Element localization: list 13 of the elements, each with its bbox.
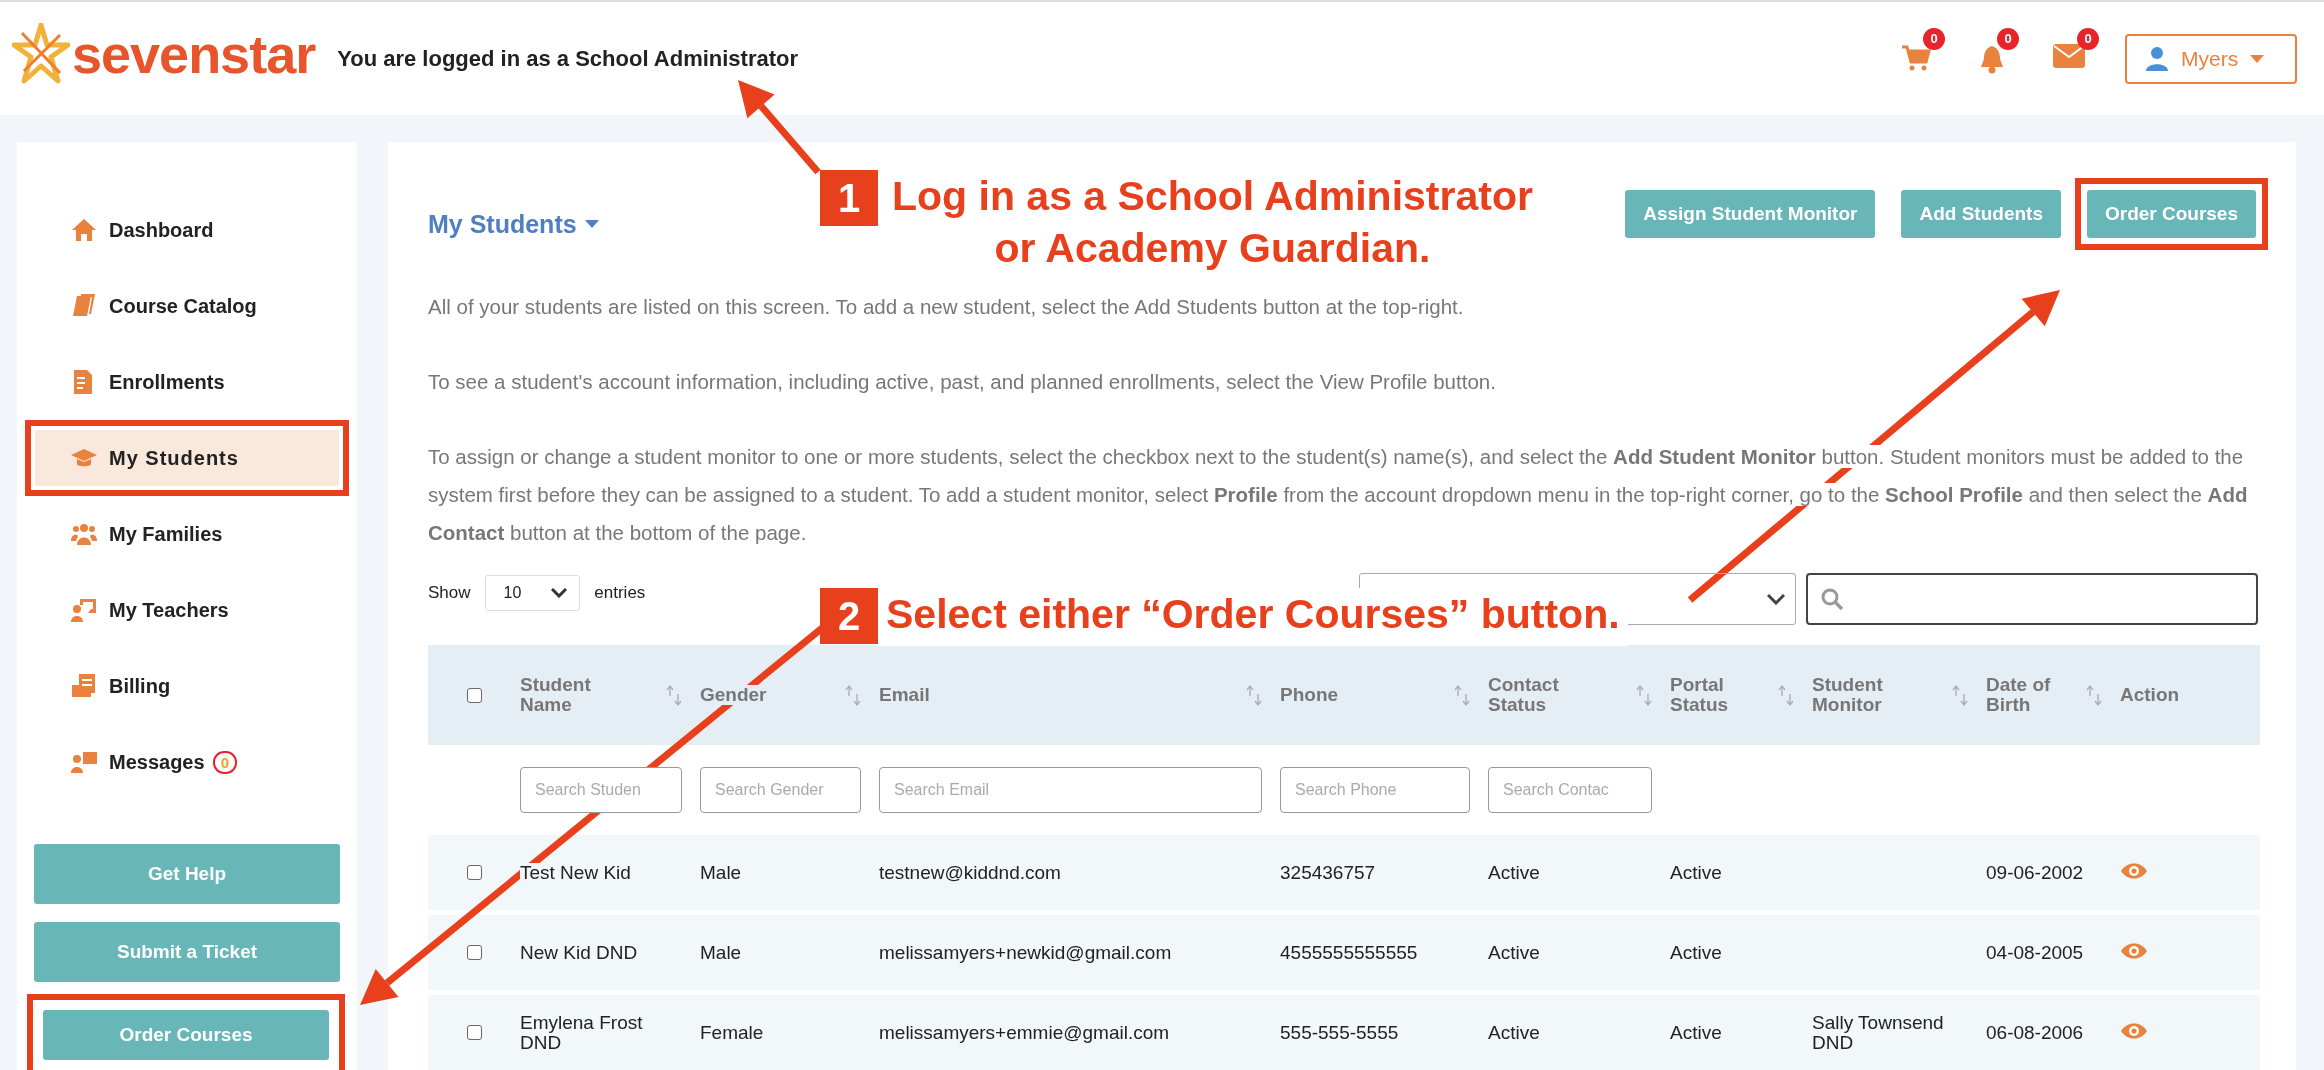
callout-text: Select either “Order Courses” button. bbox=[886, 590, 1620, 639]
show-label: Show bbox=[428, 583, 471, 603]
count-badge: 0 bbox=[1997, 27, 2019, 50]
instruction-text: To assign or change a student monitor to one or more students, select the checkbox next to the student(s) name(s), and select the Add Student Monitor button. Student monitors must be added to the system first before they can be assigned to a student. To add a student monitor, select Profile from the account dropdown menu in the top-right corner, go to the School Profile and then select the Add Contact button at the bottom of the page. bbox=[428, 444, 2249, 546]
count-badge: 0 bbox=[2077, 27, 2099, 50]
entries-label: entries bbox=[594, 583, 646, 603]
step-number: 2 bbox=[820, 588, 878, 644]
login-status-text: You are logged in as a School Administrator bbox=[337, 45, 799, 72]
callout-text: Log in as a School Administrator bbox=[892, 172, 1533, 221]
callout-text: or Academy Guardian. bbox=[994, 224, 1431, 273]
message-count-badge: 0 bbox=[212, 750, 237, 774]
step-number: 1 bbox=[820, 170, 878, 226]
count-badge: 0 bbox=[1923, 27, 1945, 50]
